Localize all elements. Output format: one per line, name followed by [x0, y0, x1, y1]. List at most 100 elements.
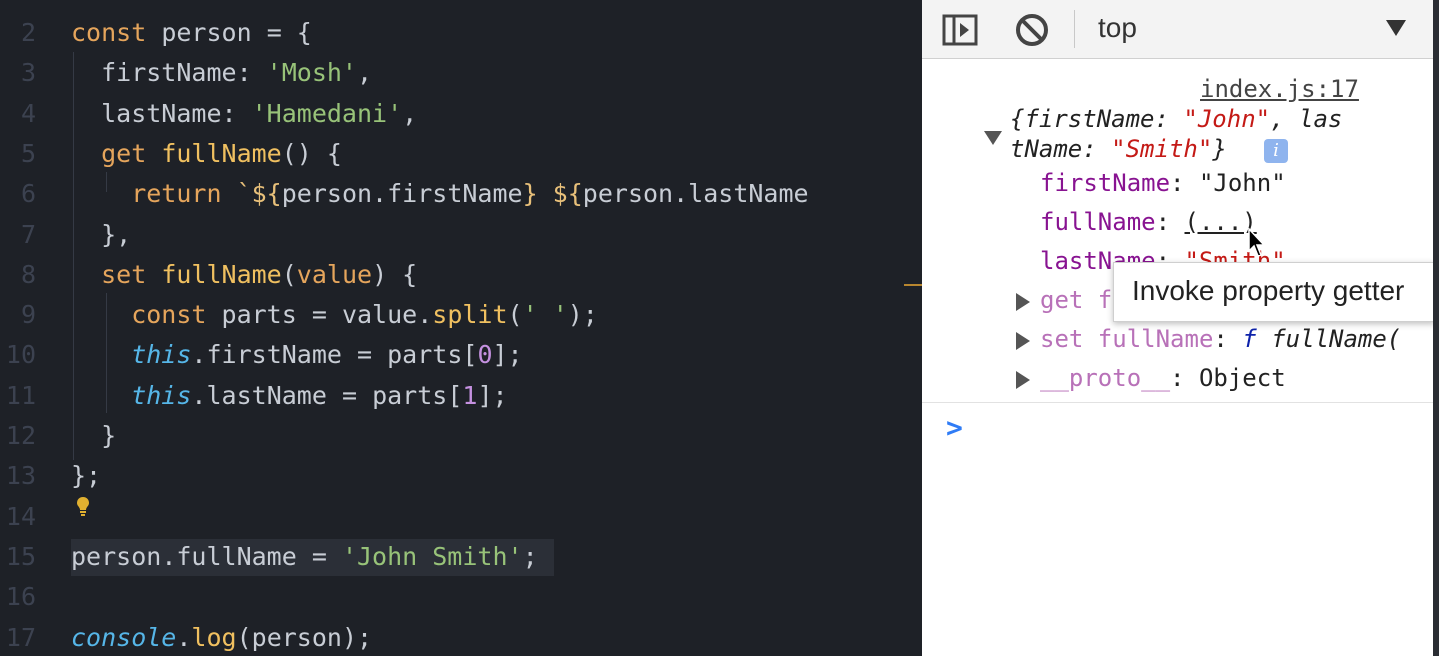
proto-row[interactable]: __proto__: Object	[1040, 364, 1286, 392]
line-number: 3	[20, 58, 36, 88]
line-number: 17	[5, 622, 36, 652]
expand-triangle-icon[interactable]	[1016, 371, 1030, 389]
code-token: set	[71, 259, 162, 289]
code-token: person	[251, 622, 342, 652]
code-line[interactable]: 17 console.log(person);	[0, 617, 922, 656]
setter-row[interactable]: set fullName: f fullName(	[1040, 325, 1401, 353]
code-token: lastName:	[71, 98, 252, 128]
context-selector[interactable]: top	[1098, 12, 1137, 44]
proto-value: Object	[1198, 364, 1286, 392]
function-marker: f	[1242, 325, 1257, 353]
code-token: 1	[462, 380, 478, 410]
code-token: ,	[402, 98, 418, 128]
code-line[interactable]: 6 return `${person.firstName} ${person.l…	[0, 173, 922, 213]
code-line[interactable]: 9 const parts = value.split(' ');	[0, 294, 922, 334]
code-token: person	[146, 18, 267, 47]
code-token: =	[357, 340, 388, 370]
code-line[interactable]: 7 },	[0, 214, 922, 254]
source-link[interactable]: index.js:17	[1200, 75, 1359, 103]
expand-triangle-icon[interactable]	[1016, 332, 1030, 350]
line-number: 6	[20, 179, 36, 209]
code-token: =	[266, 18, 282, 47]
code-token: } ${	[522, 179, 583, 209]
summary-value: "John"	[1183, 105, 1271, 133]
summary-tail: , las	[1270, 105, 1343, 133]
invoke-getter-link[interactable]: (...)	[1185, 208, 1257, 236]
code-text: const person = {	[71, 18, 312, 47]
code-line[interactable]: 11 this.lastName = parts[1];	[0, 375, 922, 415]
indent-guide	[106, 172, 107, 192]
code-token: ;	[522, 541, 538, 571]
line-number: 2	[20, 18, 36, 47]
code-token: firstName:	[71, 58, 267, 88]
indent-guide	[106, 293, 107, 413]
console-prompt-icon[interactable]: >	[946, 411, 963, 444]
code-text: lastName: 'Hamedani',	[71, 99, 417, 128]
lightbulb-icon[interactable]	[76, 496, 90, 516]
object-summary-line2[interactable]: tName: "Smith"}	[1010, 135, 1227, 163]
code-token: value	[296, 259, 373, 289]
code-token: 'Mosh'	[266, 58, 357, 88]
code-token: `${	[236, 179, 282, 209]
line-number: 12	[5, 421, 36, 450]
devtools-console-panel: top index.js:17 {firstName: "John", las …	[922, 0, 1439, 656]
code-token: .	[161, 541, 177, 571]
line-number: 7	[20, 219, 36, 249]
code-line[interactable]: 14	[0, 496, 922, 536]
code-line[interactable]: 13};	[0, 455, 922, 495]
show-sidebar-icon[interactable]	[942, 12, 978, 48]
expand-triangle-icon[interactable]	[984, 131, 1002, 145]
code-token: ];	[477, 380, 508, 410]
line-number: 13	[5, 461, 36, 491]
code-line[interactable]: 16	[0, 576, 922, 616]
code-token: .	[673, 179, 689, 209]
code-token: get	[71, 138, 162, 168]
code-token: console	[71, 622, 177, 652]
code-line[interactable]: 3 firstName: 'Mosh',	[0, 52, 922, 92]
getter-row[interactable]: get f	[1040, 286, 1112, 314]
code-token: fullName	[161, 259, 282, 289]
code-token: );	[341, 622, 373, 652]
code-token: parts	[387, 340, 463, 370]
code-token: .	[191, 380, 207, 410]
code-token: };	[71, 461, 102, 491]
code-editor[interactable]: 2 const person = {3 firstName: 'Mosh', 4 l…	[0, 0, 922, 656]
code-text: firstName: 'Mosh',	[71, 58, 372, 87]
console-toolbar: top	[922, 0, 1439, 59]
code-text: console.log(person);	[71, 623, 372, 652]
property-key: fullName	[1040, 208, 1156, 236]
tooltip-text: Invoke property getter	[1132, 275, 1405, 306]
clear-console-icon[interactable]	[1014, 12, 1050, 48]
code-token: parts	[372, 380, 448, 410]
code-line[interactable]: 8 set fullName(value) {	[0, 254, 922, 294]
property-row: fullName: (...)	[1040, 208, 1257, 236]
code-token: .	[191, 340, 207, 370]
code-token: ];	[492, 340, 523, 370]
code-token: return	[71, 179, 237, 209]
code-token: );	[567, 300, 598, 330]
code-token: () {	[281, 138, 342, 168]
scrollbar-marker	[904, 284, 922, 286]
chevron-down-icon[interactable]	[1386, 20, 1406, 36]
code-text: set fullName(value) {	[71, 260, 417, 289]
info-icon[interactable]: i	[1264, 139, 1288, 163]
object-summary-line1[interactable]: {firstName: "John", las	[1010, 105, 1342, 133]
code-token: fullName	[176, 541, 312, 571]
code-line[interactable]: 2 const person = {	[0, 12, 922, 52]
code-line[interactable]: 4 lastName: 'Hamedani',	[0, 93, 922, 133]
code-text: this.firstName = parts[0];	[71, 340, 523, 370]
code-token: person	[281, 179, 373, 209]
code-token: const	[71, 300, 222, 330]
code-line[interactable]: 10 this.firstName = parts[0];	[0, 334, 922, 374]
code-text: };	[71, 461, 101, 490]
code-token: value	[341, 300, 418, 330]
expand-triangle-icon[interactable]	[1016, 293, 1030, 311]
code-token: [	[462, 340, 478, 370]
code-token: firstName	[206, 340, 357, 370]
code-token: log	[191, 622, 237, 652]
code-token: const	[71, 18, 147, 47]
code-line[interactable]: 12 }	[0, 415, 922, 455]
code-token: .	[372, 179, 388, 209]
code-line[interactable]: 15 person.fullName = 'John Smith';	[0, 536, 922, 576]
code-line[interactable]: 5 get fullName() {	[0, 133, 922, 173]
